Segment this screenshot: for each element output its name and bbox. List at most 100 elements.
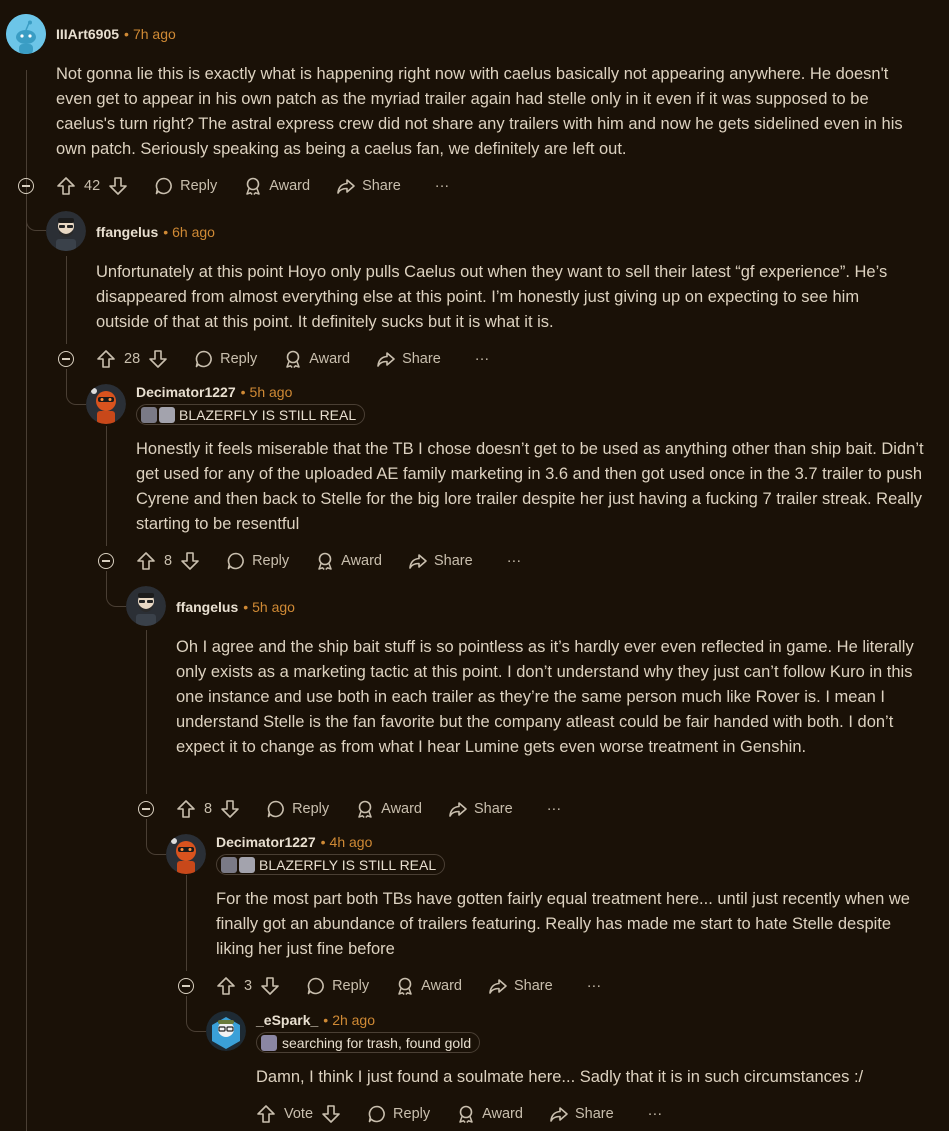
collapse-icon[interactable] (98, 553, 114, 569)
reply-button[interactable]: Reply (266, 799, 329, 819)
timestamp[interactable]: 7h ago (133, 26, 176, 42)
award-button[interactable]: Award (456, 1104, 523, 1124)
reply-label: Reply (393, 1106, 431, 1122)
reply-icon (306, 976, 326, 996)
share-icon (336, 176, 356, 196)
avatar[interactable] (6, 14, 46, 54)
reply-button[interactable]: Reply (367, 1104, 430, 1124)
reply-button[interactable]: Reply (194, 349, 257, 369)
timestamp[interactable]: 5h ago (252, 599, 295, 615)
user-flair: BLAZERFLY IS STILL REAL (136, 404, 366, 425)
username[interactable]: Decimator1227 (136, 384, 236, 400)
share-label: Share (362, 178, 401, 194)
upvote-icon[interactable] (96, 349, 116, 369)
more-icon: ··· (474, 351, 490, 367)
award-button[interactable]: Award (315, 551, 382, 571)
collapse-icon[interactable] (138, 801, 154, 817)
collapse-icon[interactable] (18, 178, 34, 194)
reply-button[interactable]: Reply (154, 176, 217, 196)
share-icon (376, 349, 396, 369)
collapse-icon[interactable] (178, 978, 194, 994)
upvote-icon[interactable] (216, 976, 236, 996)
timestamp[interactable]: 5h ago (250, 384, 293, 400)
avatar[interactable] (126, 586, 166, 626)
share-label: Share (514, 978, 553, 994)
award-label: Award (482, 1106, 523, 1122)
award-icon (395, 976, 415, 996)
separator-dot: • (124, 26, 129, 42)
flair-emoji-icon (159, 406, 175, 423)
more-options-button[interactable]: ··· (587, 978, 602, 994)
username[interactable]: ffangelus (176, 599, 238, 615)
more-options-button[interactable]: ··· (475, 351, 490, 367)
share-button[interactable]: Share (408, 551, 473, 571)
thread-curve (26, 195, 46, 231)
vote-count: 8 (164, 553, 173, 569)
collapse-icon[interactable] (58, 351, 74, 367)
upvote-icon[interactable] (176, 799, 196, 819)
vote-count: Vote (284, 1106, 314, 1122)
upvote-icon[interactable] (136, 551, 156, 571)
award-button[interactable]: Award (395, 976, 462, 996)
downvote-icon[interactable] (148, 349, 168, 369)
timestamp[interactable]: 6h ago (172, 224, 215, 240)
user-flair: BLAZERFLY IS STILL REAL (216, 854, 446, 875)
username[interactable]: Decimator1227 (216, 834, 316, 850)
user-avatar-icon (166, 834, 206, 874)
reply-label: Reply (252, 553, 290, 569)
comment-header: Decimator1227 • 5h ago (136, 384, 292, 400)
reply-label: Reply (180, 178, 218, 194)
more-options-button[interactable]: ··· (648, 1106, 663, 1122)
username[interactable]: IIIArt6905 (56, 26, 119, 42)
award-button[interactable]: Award (355, 799, 422, 819)
downvote-icon[interactable] (180, 551, 200, 571)
upvote-icon[interactable] (256, 1104, 276, 1124)
more-options-button[interactable]: ··· (507, 553, 522, 569)
downvote-icon[interactable] (321, 1104, 341, 1124)
action-bar: 3 Reply Award Share ··· (216, 972, 601, 1000)
share-button[interactable]: Share (448, 799, 513, 819)
award-button[interactable]: Award (283, 349, 350, 369)
action-bar: 42 Reply Award Share ··· (56, 172, 449, 200)
award-icon (355, 799, 375, 819)
share-icon (448, 799, 468, 819)
avatar[interactable] (206, 1011, 246, 1051)
award-icon (315, 551, 335, 571)
timestamp[interactable]: 2h ago (332, 1012, 375, 1028)
avatar[interactable] (46, 211, 86, 251)
snoo-avatar-icon (6, 14, 46, 54)
more-options-button[interactable]: ··· (547, 801, 562, 817)
share-button[interactable]: Share (488, 976, 553, 996)
more-options-button[interactable]: ··· (435, 178, 450, 194)
comment-body: Oh I agree and the ship bait stuff is so… (176, 638, 914, 756)
share-label: Share (402, 351, 441, 367)
comment-body: Not gonna lie this is exactly what is ha… (56, 65, 903, 158)
comment-header: ffangelus • 5h ago (176, 599, 295, 615)
downvote-icon[interactable] (220, 799, 240, 819)
user-avatar-icon (206, 1011, 246, 1051)
reply-button[interactable]: Reply (306, 976, 369, 996)
more-icon: ··· (506, 553, 522, 569)
thread-curve (66, 369, 86, 405)
thread-line-level2 (106, 426, 107, 546)
username[interactable]: _eSpark_ (256, 1012, 318, 1028)
reply-button[interactable]: Reply (226, 551, 289, 571)
avatar[interactable] (166, 834, 206, 874)
username[interactable]: ffangelus (96, 224, 158, 240)
share-button[interactable]: Share (336, 176, 401, 196)
comment-header: _eSpark_ • 2h ago (256, 1012, 375, 1028)
action-bar: 8 Reply Award Share ··· (136, 547, 521, 575)
upvote-icon[interactable] (56, 176, 76, 196)
downvote-icon[interactable] (260, 976, 280, 996)
more-icon: ··· (647, 1106, 663, 1122)
timestamp[interactable]: 4h ago (330, 834, 373, 850)
avatar[interactable] (86, 384, 126, 424)
share-button[interactable]: Share (549, 1104, 614, 1124)
award-button[interactable]: Award (243, 176, 310, 196)
share-button[interactable]: Share (376, 349, 441, 369)
share-label: Share (474, 801, 513, 817)
more-icon: ··· (586, 978, 602, 994)
thread-line-level4 (186, 875, 187, 971)
downvote-icon[interactable] (108, 176, 128, 196)
separator-dot: • (243, 599, 249, 615)
